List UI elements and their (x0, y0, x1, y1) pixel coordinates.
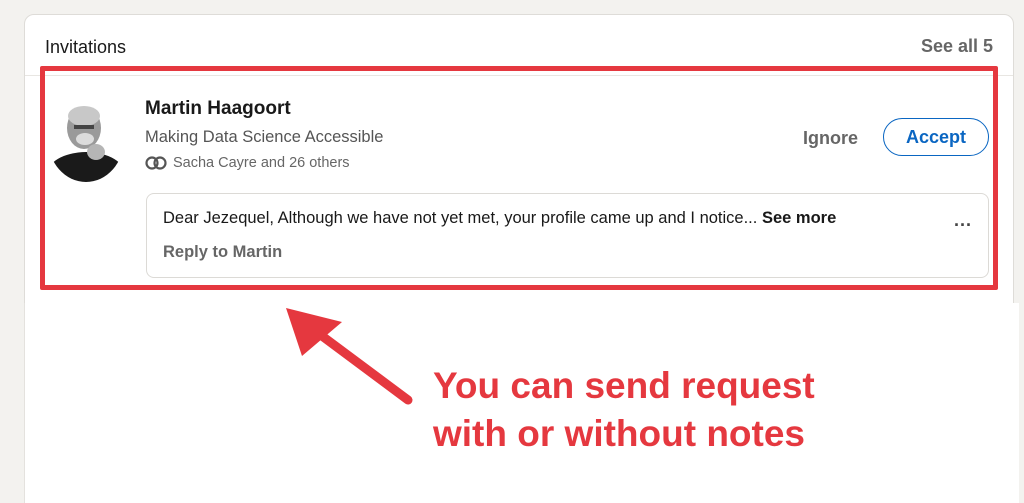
highlight-box (40, 66, 998, 290)
see-all-link[interactable]: See all 5 (921, 36, 993, 57)
annotation-arrow-icon (286, 308, 413, 405)
annotation-line-2: with or without notes (433, 413, 806, 454)
invitations-title: Invitations (45, 37, 127, 57)
annotation-line-1: You can send request (433, 365, 815, 406)
annotation-text: You can send request with or without not… (433, 362, 815, 458)
